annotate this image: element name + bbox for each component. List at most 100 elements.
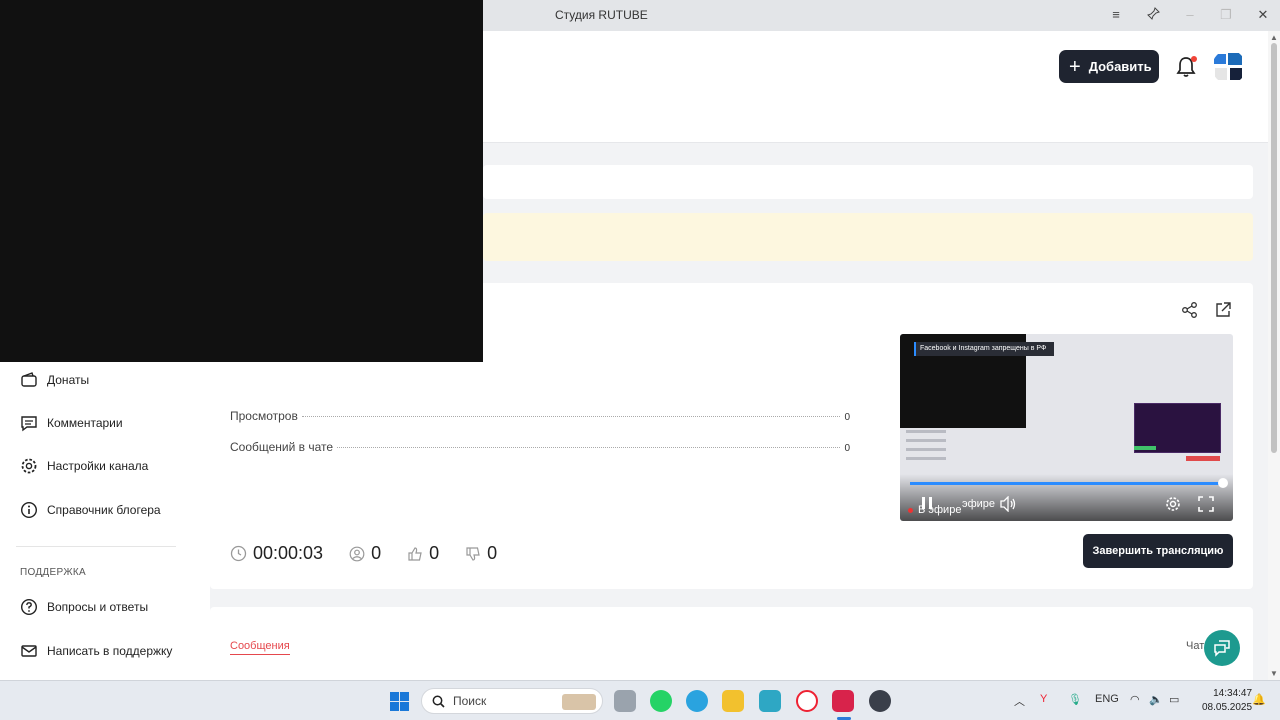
taskbar-clock[interactable]: 14:34:47 08.05.2025 bbox=[1202, 687, 1252, 715]
question-icon bbox=[20, 598, 38, 616]
likes-value: 0 bbox=[429, 543, 440, 563]
timer-counter: 00:00:03 bbox=[230, 543, 323, 564]
player-progress-bar[interactable] bbox=[910, 482, 1223, 485]
live-label-duplicate: эфире bbox=[962, 498, 996, 510]
search-placeholder: Поиск bbox=[453, 694, 487, 708]
sidebar-item-label: Комментарии bbox=[47, 416, 123, 430]
stream-preview-player[interactable]: Facebook и Instagram запрещены в РФ В эф… bbox=[900, 334, 1233, 521]
dislikes-value: 0 bbox=[487, 543, 498, 563]
minimize-icon[interactable]: – bbox=[1181, 7, 1199, 22]
pause-icon[interactable] bbox=[920, 496, 938, 512]
gear-icon bbox=[21, 458, 37, 474]
info-icon bbox=[20, 501, 38, 519]
sidebar-item-label: Настройки канала bbox=[47, 459, 149, 473]
language-indicator[interactable]: ENG bbox=[1095, 693, 1119, 705]
wifi-icon[interactable]: ◠ bbox=[1130, 693, 1140, 706]
page-scrollbar[interactable]: ▲ ▼ bbox=[1268, 31, 1280, 680]
tray-chevron-icon[interactable]: ︿ bbox=[1014, 693, 1025, 709]
sidebar-item-faq[interactable]: Вопросы и ответы bbox=[20, 598, 148, 616]
views-stat: Просмотров 0 bbox=[230, 409, 850, 423]
thumbs-down-icon bbox=[466, 546, 480, 561]
sidebar-item-comments[interactable]: Комментарии bbox=[20, 414, 123, 432]
sidebar-divider bbox=[16, 546, 176, 547]
mail-icon bbox=[21, 645, 37, 657]
support-section-label: ПОДДЕРЖКА bbox=[20, 567, 86, 578]
preview-banner-text: Facebook и Instagram запрещены в РФ bbox=[914, 342, 1054, 356]
search-icon bbox=[432, 695, 445, 708]
sidebar-item-write-support[interactable]: Написать в поддержку bbox=[20, 642, 172, 660]
sidebar-item-label: Написать в поддержку bbox=[47, 644, 173, 658]
taskview-icon[interactable] bbox=[614, 690, 636, 712]
scroll-down-icon[interactable]: ▼ bbox=[1270, 669, 1278, 678]
clock-icon bbox=[230, 545, 247, 562]
yandex-tray-icon[interactable]: Y bbox=[1040, 693, 1047, 705]
notepad-icon[interactable] bbox=[759, 690, 781, 712]
sidebar-item-label: Донаты bbox=[47, 373, 90, 387]
chat-messages-stat: Сообщений в чате 0 bbox=[230, 440, 850, 454]
sidebar-item-blogger-guide[interactable]: Справочник блогера bbox=[20, 501, 161, 519]
dislikes-counter: 0 bbox=[465, 543, 497, 564]
telegram-icon[interactable] bbox=[686, 690, 708, 712]
search-highlight-image bbox=[562, 694, 596, 710]
finish-stream-button[interactable]: Завершить трансляцию bbox=[1083, 534, 1233, 568]
yandex-browser-icon[interactable] bbox=[796, 690, 818, 712]
likes-counter: 0 bbox=[407, 543, 439, 564]
player-progress-knob[interactable] bbox=[1218, 478, 1228, 488]
taskbar-search[interactable]: Поиск bbox=[421, 688, 603, 714]
views-label: Просмотров bbox=[230, 409, 298, 423]
share-icon[interactable] bbox=[1181, 301, 1199, 319]
notice-bar bbox=[483, 213, 1253, 261]
windows-start-icon[interactable] bbox=[390, 692, 409, 711]
fullscreen-icon[interactable] bbox=[1198, 496, 1216, 512]
scrollbar-thumb[interactable] bbox=[1271, 43, 1277, 453]
views-value: 0 bbox=[844, 412, 850, 423]
sidebar-item-label: Справочник блогера bbox=[47, 503, 161, 517]
thumbs-up-icon bbox=[408, 546, 422, 561]
menu-icon[interactable]: ≡ bbox=[1107, 7, 1125, 22]
clock-time: 14:34:47 bbox=[1213, 688, 1253, 699]
pin-icon[interactable] bbox=[1144, 7, 1162, 23]
notification-center-icon[interactable]: 🔔 bbox=[1252, 693, 1266, 706]
restore-icon[interactable]: ❐ bbox=[1217, 7, 1235, 23]
timer-value: 00:00:03 bbox=[253, 543, 324, 563]
add-button[interactable]: + Добавить bbox=[1059, 50, 1159, 83]
support-chat-fab[interactable] bbox=[1204, 630, 1240, 666]
notifications-bell-icon[interactable] bbox=[1176, 56, 1197, 78]
add-button-label: Добавить bbox=[1088, 59, 1152, 74]
viewer-icon bbox=[349, 546, 365, 561]
open-external-icon[interactable] bbox=[1214, 301, 1232, 319]
preview-sidebar-lines bbox=[906, 430, 966, 466]
info-bar bbox=[483, 165, 1253, 199]
windows-taskbar: Поиск ︿ Y 🎙 ENG ◠ 🔈 ▭ 14:34:47 08.05.202… bbox=[0, 680, 1280, 720]
close-icon[interactable]: ✕ bbox=[1254, 7, 1272, 23]
scroll-up-icon[interactable]: ▲ bbox=[1270, 33, 1278, 42]
notification-dot bbox=[1191, 56, 1197, 62]
wallet-icon bbox=[21, 372, 37, 387]
sidebar-item-label: Вопросы и ответы bbox=[47, 600, 149, 614]
messages-panel bbox=[210, 607, 1253, 680]
tab-messages[interactable]: Сообщения bbox=[230, 640, 290, 655]
live-dot bbox=[908, 508, 913, 513]
file-explorer-icon[interactable] bbox=[722, 690, 744, 712]
speaker-icon[interactable]: 🔈 bbox=[1149, 693, 1163, 706]
whatsapp-icon[interactable] bbox=[650, 690, 672, 712]
battery-icon[interactable]: ▭ bbox=[1169, 693, 1179, 706]
stream-counters: 00:00:03 0 0 0 bbox=[230, 543, 523, 564]
black-overlay-window bbox=[0, 0, 483, 362]
viewers-counter: 0 bbox=[349, 543, 381, 564]
microphone-icon[interactable]: 🎙 bbox=[1068, 693, 1082, 706]
chat-messages-label: Сообщений в чате bbox=[230, 440, 334, 454]
obs-icon[interactable] bbox=[869, 690, 891, 712]
comment-icon bbox=[21, 416, 37, 432]
sidebar-item-donations[interactable]: Донаты bbox=[20, 371, 89, 389]
chat-messages-value: 0 bbox=[844, 443, 850, 454]
volume-icon[interactable] bbox=[1000, 495, 1018, 513]
chat-bubbles-icon bbox=[1214, 640, 1230, 657]
plus-icon: + bbox=[1069, 55, 1081, 78]
settings-gear-icon[interactable] bbox=[1165, 496, 1183, 512]
viewers-value: 0 bbox=[371, 543, 382, 563]
tab-chat[interactable]: Чат bbox=[1186, 640, 1204, 652]
avatar[interactable] bbox=[1212, 50, 1246, 84]
studio-app-icon[interactable] bbox=[832, 690, 854, 712]
sidebar-item-channel-settings[interactable]: Настройки канала bbox=[20, 457, 148, 475]
